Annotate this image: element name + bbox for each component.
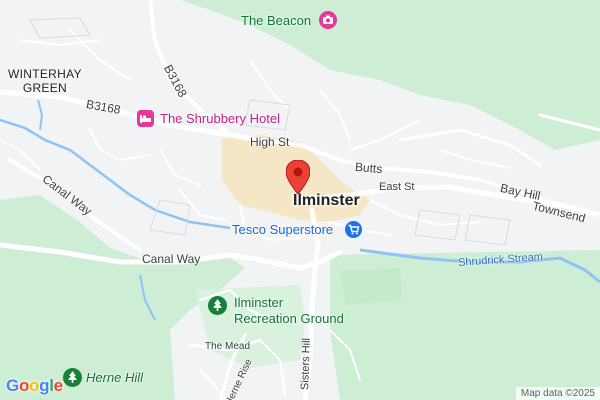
poi-label-recreation-line2: Recreation Ground: [234, 311, 344, 326]
location-pin-icon[interactable]: [285, 159, 311, 199]
poi-label-tesco-superstore[interactable]: Tesco Superstore: [232, 222, 333, 237]
green-small-east: [340, 268, 402, 305]
camera-icon[interactable]: [319, 11, 337, 34]
place-winterhay-line1: WINTERHAY: [8, 67, 82, 81]
shopping-cart-icon[interactable]: [345, 221, 362, 243]
tree-icon[interactable]: [208, 296, 227, 320]
poi-label-recreation-ground[interactable]: Ilminster Recreation Ground: [234, 295, 344, 327]
logo-letter: g: [39, 376, 50, 395]
logo-letter: e: [53, 376, 63, 395]
place-winterhay-green: WINTERHAY GREEN: [8, 67, 82, 95]
poi-label-shrubbery-hotel[interactable]: The Shrubbery Hotel: [160, 111, 280, 126]
map-attribution[interactable]: Map data ©2025: [515, 387, 600, 400]
bed-icon[interactable]: [137, 110, 154, 132]
road-label-the-mead: The Mead: [205, 341, 251, 352]
tree-icon[interactable]: [63, 368, 82, 392]
road-label-sisters-hill: Sisters Hill: [299, 337, 313, 391]
place-winterhay-line2: GREEN: [22, 81, 67, 95]
google-logo[interactable]: Google: [6, 376, 63, 396]
logo-letter: G: [6, 376, 19, 395]
logo-letter: o: [29, 376, 40, 395]
road-label-canal-way-south: Canal Way: [142, 252, 201, 266]
road-label-east-st: East St: [379, 181, 415, 193]
poi-label-herne-hill[interactable]: Herne Hill: [86, 370, 143, 386]
road-label-high-st: High St: [250, 135, 290, 149]
map-view[interactable]: WINTERHAY GREEN B3168 B3168 High St Butt…: [0, 0, 600, 400]
logo-letter: o: [18, 376, 30, 395]
road-label-butts: Butts: [354, 159, 383, 177]
poi-label-the-beacon[interactable]: The Beacon: [241, 13, 311, 29]
poi-label-recreation-line1: Ilminster: [234, 295, 284, 310]
